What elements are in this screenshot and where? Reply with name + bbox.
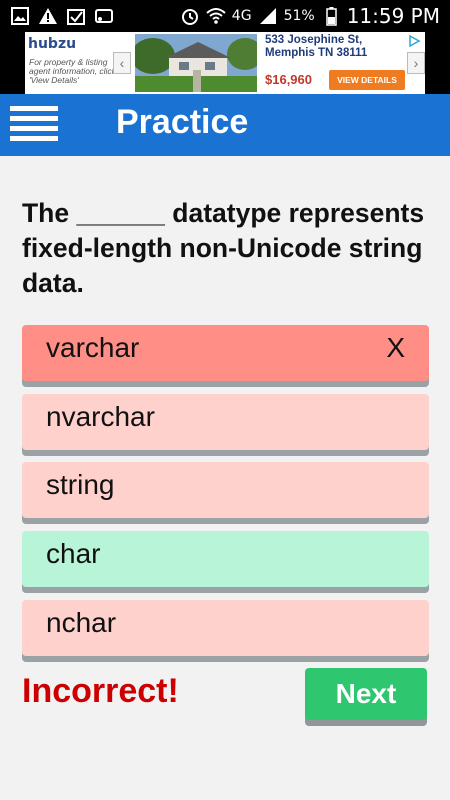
ad-banner-container: hubzu For property & listing agent infor… bbox=[0, 32, 450, 94]
answer-option-nchar[interactable]: nchar bbox=[22, 600, 429, 656]
network-type: 4G bbox=[231, 8, 252, 24]
app-bar: Practice bbox=[0, 94, 450, 156]
status-bar-right: 4G 51% 11:59 PM bbox=[180, 4, 440, 28]
menu-icon[interactable] bbox=[10, 102, 60, 148]
answer-label: varchar bbox=[46, 332, 140, 363]
clock: 11:59 PM bbox=[346, 4, 440, 28]
answer-label: nvarchar bbox=[46, 401, 155, 432]
ad-address: 533 Josephine St, Memphis TN 38111 bbox=[265, 34, 368, 59]
result-message: Incorrect! bbox=[22, 672, 179, 710]
ad-brand: hubzu bbox=[28, 36, 77, 52]
ad-choices-icon[interactable] bbox=[407, 34, 421, 48]
signal-icon bbox=[259, 8, 276, 24]
answer-option-char[interactable]: char bbox=[22, 531, 429, 587]
status-bar: 4G 51% 11:59 PM bbox=[0, 0, 450, 32]
ad-next-arrow-icon[interactable]: › bbox=[407, 52, 425, 74]
answer-label: string bbox=[46, 469, 115, 500]
ad-logo: hubzu For property & listing agent infor… bbox=[28, 36, 116, 92]
battery-icon bbox=[325, 7, 337, 26]
ad-prev-arrow-icon[interactable]: ‹ bbox=[113, 52, 131, 74]
status-bar-left bbox=[10, 6, 114, 26]
ad-view-details-button[interactable]: VIEW DETAILS bbox=[329, 70, 405, 90]
check-icon bbox=[67, 9, 85, 25]
gallery-icon bbox=[11, 7, 29, 25]
answer-option-varchar[interactable]: varchar X bbox=[22, 325, 429, 381]
answer-option-nvarchar[interactable]: nvarchar bbox=[22, 394, 429, 450]
wrong-mark-icon: X bbox=[386, 332, 405, 363]
ad-price: $16,960 bbox=[265, 72, 312, 87]
answer-option-string[interactable]: string bbox=[22, 462, 429, 518]
ad-house-photo bbox=[135, 34, 257, 92]
question-text: The ______ datatype represents fixed-len… bbox=[22, 198, 425, 298]
answer-label: nchar bbox=[46, 607, 117, 638]
page-title: Practice bbox=[116, 103, 249, 141]
answer-label: char bbox=[46, 538, 101, 569]
ad-tagline: For property & listing agent information… bbox=[29, 57, 116, 85]
cast-icon bbox=[95, 9, 113, 23]
house-image-icon bbox=[135, 34, 257, 92]
next-button[interactable]: Next bbox=[305, 668, 427, 720]
alarm-icon bbox=[181, 9, 198, 25]
warning-icon bbox=[39, 8, 57, 24]
battery-percent: 51% bbox=[283, 8, 315, 24]
wifi-icon bbox=[206, 8, 226, 24]
ad-banner[interactable]: hubzu For property & listing agent infor… bbox=[25, 32, 425, 94]
